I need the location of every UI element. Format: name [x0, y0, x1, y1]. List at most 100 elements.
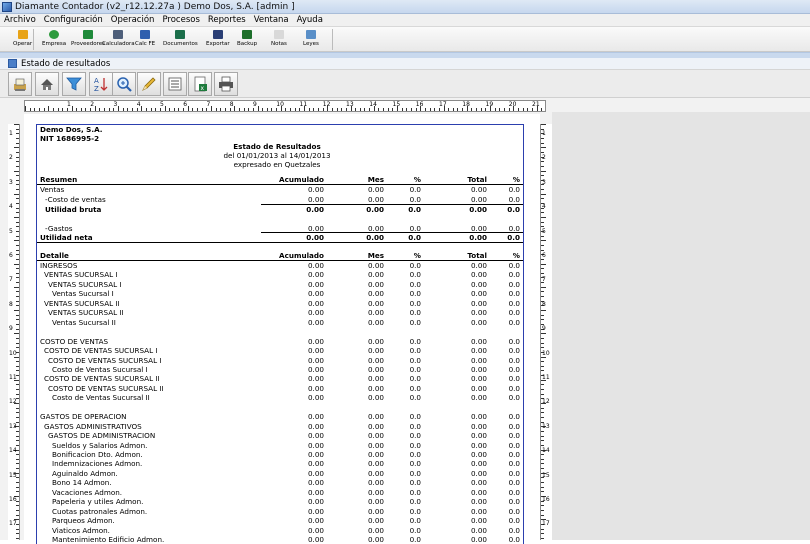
proveedores-button[interactable]: Proveedores [71, 29, 105, 51]
ruler-tick [415, 108, 417, 111]
exportar-button[interactable]: Exportar [206, 29, 230, 51]
detail-row-acum: 0.00 [307, 468, 324, 478]
filter-button[interactable] [62, 72, 86, 96]
detail-row: Aguinaldo Admon. [52, 468, 118, 478]
ruler-tick [499, 108, 501, 111]
calculadora-button[interactable]: Calculadora [102, 29, 135, 51]
notas-button[interactable]: Notas [271, 29, 287, 51]
ruler-tick [16, 258, 19, 260]
detail-row-total: 0.00 [470, 516, 487, 526]
ruler-tick [16, 142, 19, 144]
detail-row-acum: 0.00 [307, 336, 324, 346]
detail-row-mes: 0.00 [367, 383, 384, 393]
detail-row-acum: 0.00 [307, 364, 324, 374]
menu-ayuda[interactable]: Ayuda [293, 15, 327, 25]
detail-row-pct1: 0.0 [409, 355, 421, 365]
menu-configuracion[interactable]: Configuración [40, 15, 107, 25]
ruler-label: 6 [542, 252, 546, 259]
detail-row-mes: 0.00 [367, 261, 384, 270]
detail-row-acum: 0.00 [307, 431, 324, 441]
ruler-tick [16, 203, 19, 205]
documentos-button[interactable]: Documentos [163, 29, 198, 51]
ruler-label: 20 [508, 101, 517, 108]
ruler-tick [294, 108, 296, 111]
print-settings-button[interactable] [8, 72, 32, 96]
ruler-tick [480, 108, 482, 111]
ruler-tick [517, 108, 519, 111]
sort-az-button[interactable]: AZ [89, 72, 113, 96]
detail-row-acum: 0.00 [307, 506, 324, 516]
ruler-tick [541, 365, 544, 367]
ruler-tick [541, 514, 544, 516]
edit-button[interactable] [137, 72, 161, 96]
svg-text:A: A [94, 77, 99, 85]
ruler-tick [16, 212, 19, 214]
detail-row-pct2: 0.0 [508, 279, 520, 289]
ruler-tick [462, 108, 464, 111]
backup-button[interactable]: Backup [237, 29, 257, 51]
ruler-tick [16, 314, 19, 316]
ruler-tick [341, 108, 343, 111]
ruler-tick [16, 254, 19, 256]
ruler-tick [16, 537, 19, 539]
ruler-label: 3 [113, 101, 118, 108]
menu-operacion[interactable]: Operación [107, 15, 159, 25]
excel-export-button[interactable]: x [188, 72, 212, 96]
detail-row-pct1: 0.0 [409, 412, 421, 422]
summary-row-pct2: 0.0 [508, 195, 520, 204]
report-content: Demo Dos, S.A. NIT 1686995-2 Estado de Res… [36, 124, 524, 544]
ruler-tick [16, 291, 19, 293]
ruler-label: 10 [9, 349, 17, 357]
ruler-tick [541, 310, 546, 311]
home-icon [41, 79, 53, 90]
leyes-button[interactable]: Leyes [303, 29, 319, 51]
home-button[interactable] [35, 72, 59, 96]
detail-row-mes: 0.00 [367, 393, 384, 403]
detail-row-mes: 0.00 [367, 336, 384, 346]
menu-archivo[interactable]: Archivo [0, 15, 40, 25]
detail-row-mes: 0.00 [367, 355, 384, 365]
ruler-tick [131, 108, 133, 111]
ruler-tick [14, 193, 19, 195]
horizontal-ruler: 1 2 3 4 5 6 7 8 9 10 11 12 13 14 15 16 17 18 19 20 21 [24, 100, 546, 112]
ruler-tick [16, 533, 19, 535]
ruler-label: 12 [542, 398, 550, 406]
menu-ventana[interactable]: Ventana [250, 15, 293, 25]
ruler-tick [508, 108, 510, 111]
operar-button[interactable]: Operar [13, 29, 32, 51]
printer-button[interactable] [214, 72, 238, 96]
ruler-label: 21 [532, 101, 540, 108]
detail-row-pct2: 0.0 [508, 459, 520, 469]
summary-row-pct1: 0.0 [408, 205, 421, 214]
detail-row-total: 0.00 [470, 525, 487, 535]
detail-row: Papeleria y utiles Admon. [52, 497, 144, 507]
ruler-tick [16, 184, 19, 186]
ruler-tick [527, 108, 529, 111]
ruler-label: 16 [415, 101, 424, 108]
ruler-label: 16 [542, 496, 550, 503]
list-button[interactable] [163, 72, 187, 96]
ruler-tick [476, 108, 478, 111]
ruler-tick [164, 106, 166, 111]
zoom-button[interactable] [112, 72, 136, 96]
summary-row-total: 0.00 [470, 195, 487, 204]
detail-row-acum: 0.00 [307, 421, 324, 431]
filter-icon [66, 77, 82, 91]
ruler-label: 6 [9, 252, 13, 259]
ruler-tick [16, 444, 19, 446]
ruler-tick [541, 314, 544, 316]
summary-row-mes: 0.00 [366, 233, 384, 242]
app-icon [2, 1, 12, 12]
ruler-tick [541, 347, 544, 349]
ruler-tick [243, 108, 245, 111]
menu-procesos[interactable]: Procesos [158, 15, 203, 25]
calc-fe-button[interactable]: Calc FE [135, 29, 155, 51]
summary-row-pct2: 0.0 [507, 205, 520, 214]
ruler-tick [531, 108, 533, 111]
ruler-tick [522, 108, 524, 111]
summary-row: Utilidad neta [40, 233, 93, 242]
report-title: Estado de Resultados [233, 142, 321, 151]
detail-row-acum: 0.00 [307, 289, 324, 299]
empresa-button[interactable]: Empresa [42, 29, 66, 51]
menu-reportes[interactable]: Reportes [204, 15, 250, 25]
